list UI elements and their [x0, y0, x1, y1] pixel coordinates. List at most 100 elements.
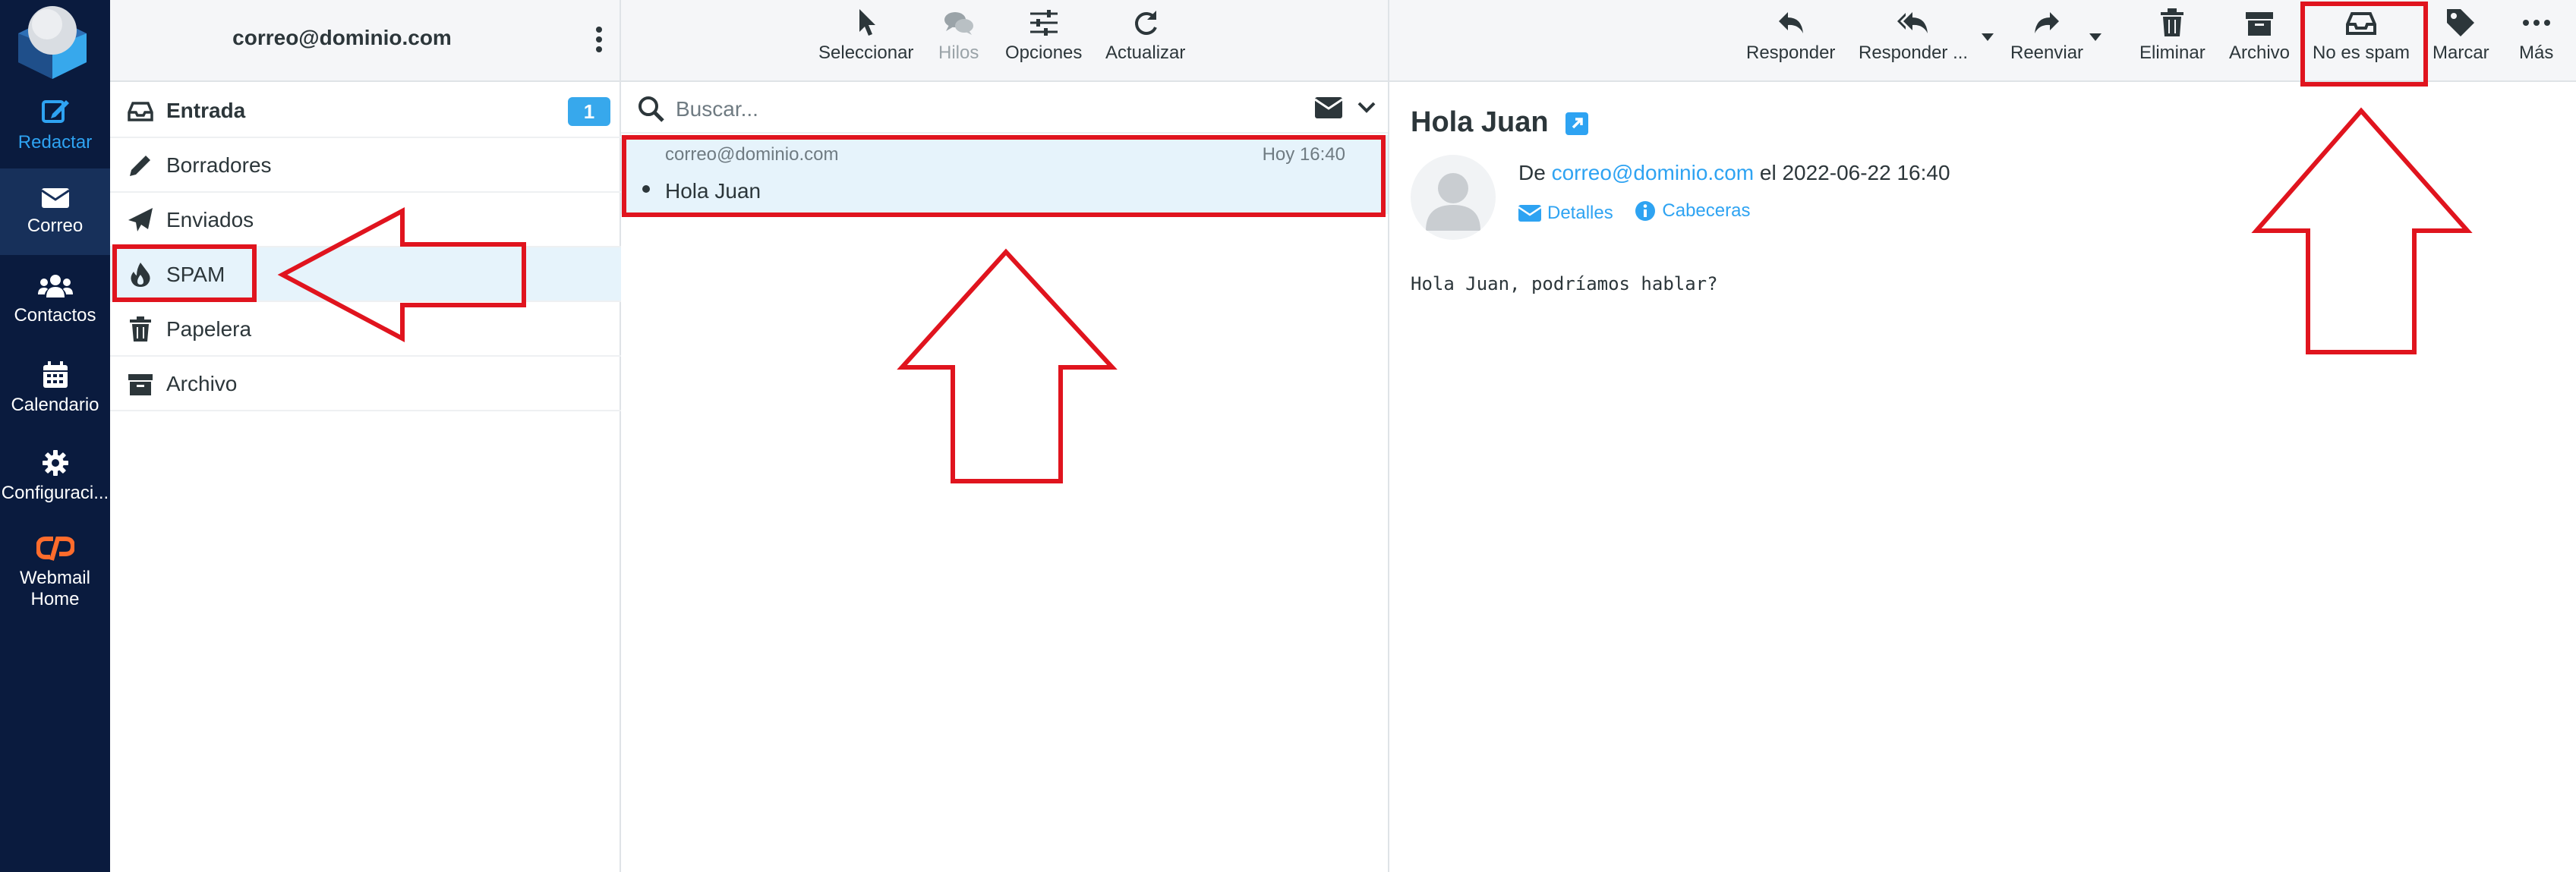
rail-calendar[interactable]: Calendario	[0, 361, 110, 416]
folder-archive[interactable]: Archivo	[110, 357, 621, 411]
chevron-down-icon[interactable]	[1357, 100, 1376, 115]
not-spam-label: No es spam	[2313, 42, 2410, 63]
options-label: Opciones	[1005, 42, 1083, 63]
paper-plane-icon	[128, 208, 153, 231]
message-datetime: 2022-06-22 16:40	[1782, 161, 1950, 184]
threads-icon	[944, 12, 973, 35]
not-spam-button[interactable]: No es spam	[2313, 8, 2410, 64]
refresh-label: Actualizar	[1105, 42, 1186, 63]
rail-compose[interactable]: Redactar	[0, 96, 110, 153]
refresh-button[interactable]: Actualizar	[1105, 8, 1185, 64]
archive-label: Archivo	[2229, 42, 2291, 63]
sliders-icon	[1029, 10, 1058, 36]
more-label: Más	[2519, 42, 2554, 63]
message-title: Hola Juan	[1411, 106, 1549, 138]
message-list-pane: Seleccionar Hilos Opciones Actualizar Bu…	[621, 0, 1389, 872]
delete-label: Eliminar	[2139, 42, 2206, 63]
unread-badge: 1	[568, 97, 610, 126]
folder-inbox[interactable]: Entrada 1	[110, 83, 621, 138]
pencil-icon	[130, 156, 150, 176]
message-date: Hoy 16:40	[1262, 144, 1345, 165]
reply-button[interactable]: Responder	[1746, 8, 1835, 64]
delete-button[interactable]: Eliminar	[2139, 8, 2206, 64]
forward-button[interactable]: Reenviar	[2010, 8, 2083, 64]
open-in-new-window-icon[interactable]	[1565, 112, 1588, 135]
reading-pane: Responder Responder ... Reenviar Elimina…	[1389, 0, 2576, 872]
inbox-icon	[2346, 12, 2377, 35]
headers-label: Cabeceras	[1662, 200, 1751, 221]
reply-all-button[interactable]: Responder ...	[1859, 8, 1968, 64]
options-button[interactable]: Opciones	[1005, 8, 1082, 64]
message-from: correo@dominio.com	[665, 144, 839, 165]
more-button[interactable]: Más	[2519, 8, 2553, 64]
roundcube-logo[interactable]	[11, 2, 94, 80]
search-input[interactable]: Buscar...	[676, 97, 758, 121]
mark-button[interactable]: Marcar	[2433, 8, 2489, 64]
sender-avatar	[1411, 155, 1496, 240]
tag-icon	[2447, 9, 2475, 36]
user-icon	[1426, 173, 1480, 231]
envelope-icon	[1518, 205, 1541, 222]
sender-email-link[interactable]: correo@dominio.com	[1552, 161, 1755, 184]
folder-drafts[interactable]: Borradores	[110, 138, 621, 193]
details-link[interactable]: Detalles	[1518, 203, 1613, 224]
archive-button[interactable]: Archivo	[2229, 8, 2290, 64]
folder-header: correo@dominio.com	[110, 0, 620, 82]
compose-icon	[41, 100, 69, 123]
search-icon	[638, 96, 664, 122]
archive-icon	[128, 374, 153, 395]
select-label: Seleccionar	[818, 42, 914, 63]
search-bar[interactable]: Buscar...	[621, 83, 1388, 134]
rail-calendar-label: Calendario	[11, 395, 99, 415]
header-links: Detalles Cabeceras	[1518, 200, 1767, 227]
kebab-menu-icon[interactable]	[594, 26, 604, 53]
folder-archive-label: Archivo	[166, 372, 238, 395]
reply-all-label: Responder ...	[1859, 42, 1969, 63]
folder-sent[interactable]: Enviados	[110, 193, 621, 247]
trash-icon	[130, 316, 151, 342]
folder-spam-label: SPAM	[166, 263, 225, 286]
mark-label: Marcar	[2433, 42, 2489, 63]
rail-settings-label: Configuraci...	[1, 483, 109, 503]
folder-pane: correo@dominio.com Entrada 1 Borradores …	[110, 0, 621, 872]
rail-mail-label: Correo	[27, 216, 84, 236]
more-dots-icon	[2522, 20, 2550, 26]
message-subject: Hola Juan	[665, 179, 761, 203]
folder-sent-label: Enviados	[166, 208, 254, 231]
archive-icon	[2246, 12, 2274, 36]
message-body: Hola Juan, podríamos hablar?	[1411, 273, 1718, 294]
trash-icon	[2161, 8, 2184, 36]
rail-contacts-label: Contactos	[14, 305, 96, 326]
cpanel-icon	[36, 537, 74, 561]
refresh-icon	[1134, 11, 1157, 35]
date-prefix: el	[1759, 161, 1777, 184]
threads-button[interactable]: Hilos	[938, 8, 979, 64]
rail-webmail-home[interactable]: Webmail Home	[0, 536, 110, 610]
reply-icon	[1778, 12, 1803, 33]
folder-trash[interactable]: Papelera	[110, 302, 621, 357]
reply-all-dropdown-caret[interactable]	[1982, 33, 1994, 41]
inbox-icon	[128, 102, 153, 121]
rail-mail[interactable]: Correo	[0, 168, 110, 255]
sender-line: De correo@dominio.com el 2022-06-22 16:4…	[1518, 161, 1950, 185]
folder-drafts-label: Borradores	[166, 153, 272, 177]
fire-icon	[131, 263, 150, 287]
forward-icon	[2035, 12, 2060, 33]
threads-label: Hilos	[938, 42, 979, 63]
contacts-icon	[37, 275, 73, 297]
envelope-filter-icon[interactable]	[1315, 97, 1342, 118]
rail-webmail-label-1: Webmail	[20, 568, 90, 588]
select-button[interactable]: Seleccionar	[818, 8, 913, 64]
rail-contacts[interactable]: Contactos	[0, 273, 110, 326]
rail-compose-label: Redactar	[17, 132, 93, 153]
forward-dropdown-caret[interactable]	[2089, 33, 2101, 41]
message-row[interactable]: correo@dominio.com Hoy 16:40 Hola Juan	[621, 135, 1388, 214]
gear-icon	[42, 450, 68, 476]
headers-link[interactable]: Cabeceras	[1635, 200, 1750, 222]
details-label: Detalles	[1547, 203, 1613, 223]
rail-settings[interactable]: Configuraci...	[0, 449, 110, 504]
folder-spam[interactable]: SPAM	[110, 247, 621, 302]
mail-icon	[40, 188, 70, 208]
calendar-icon	[43, 361, 68, 388]
reader-toolbar: Responder Responder ... Reenviar Elimina…	[1389, 0, 2576, 82]
